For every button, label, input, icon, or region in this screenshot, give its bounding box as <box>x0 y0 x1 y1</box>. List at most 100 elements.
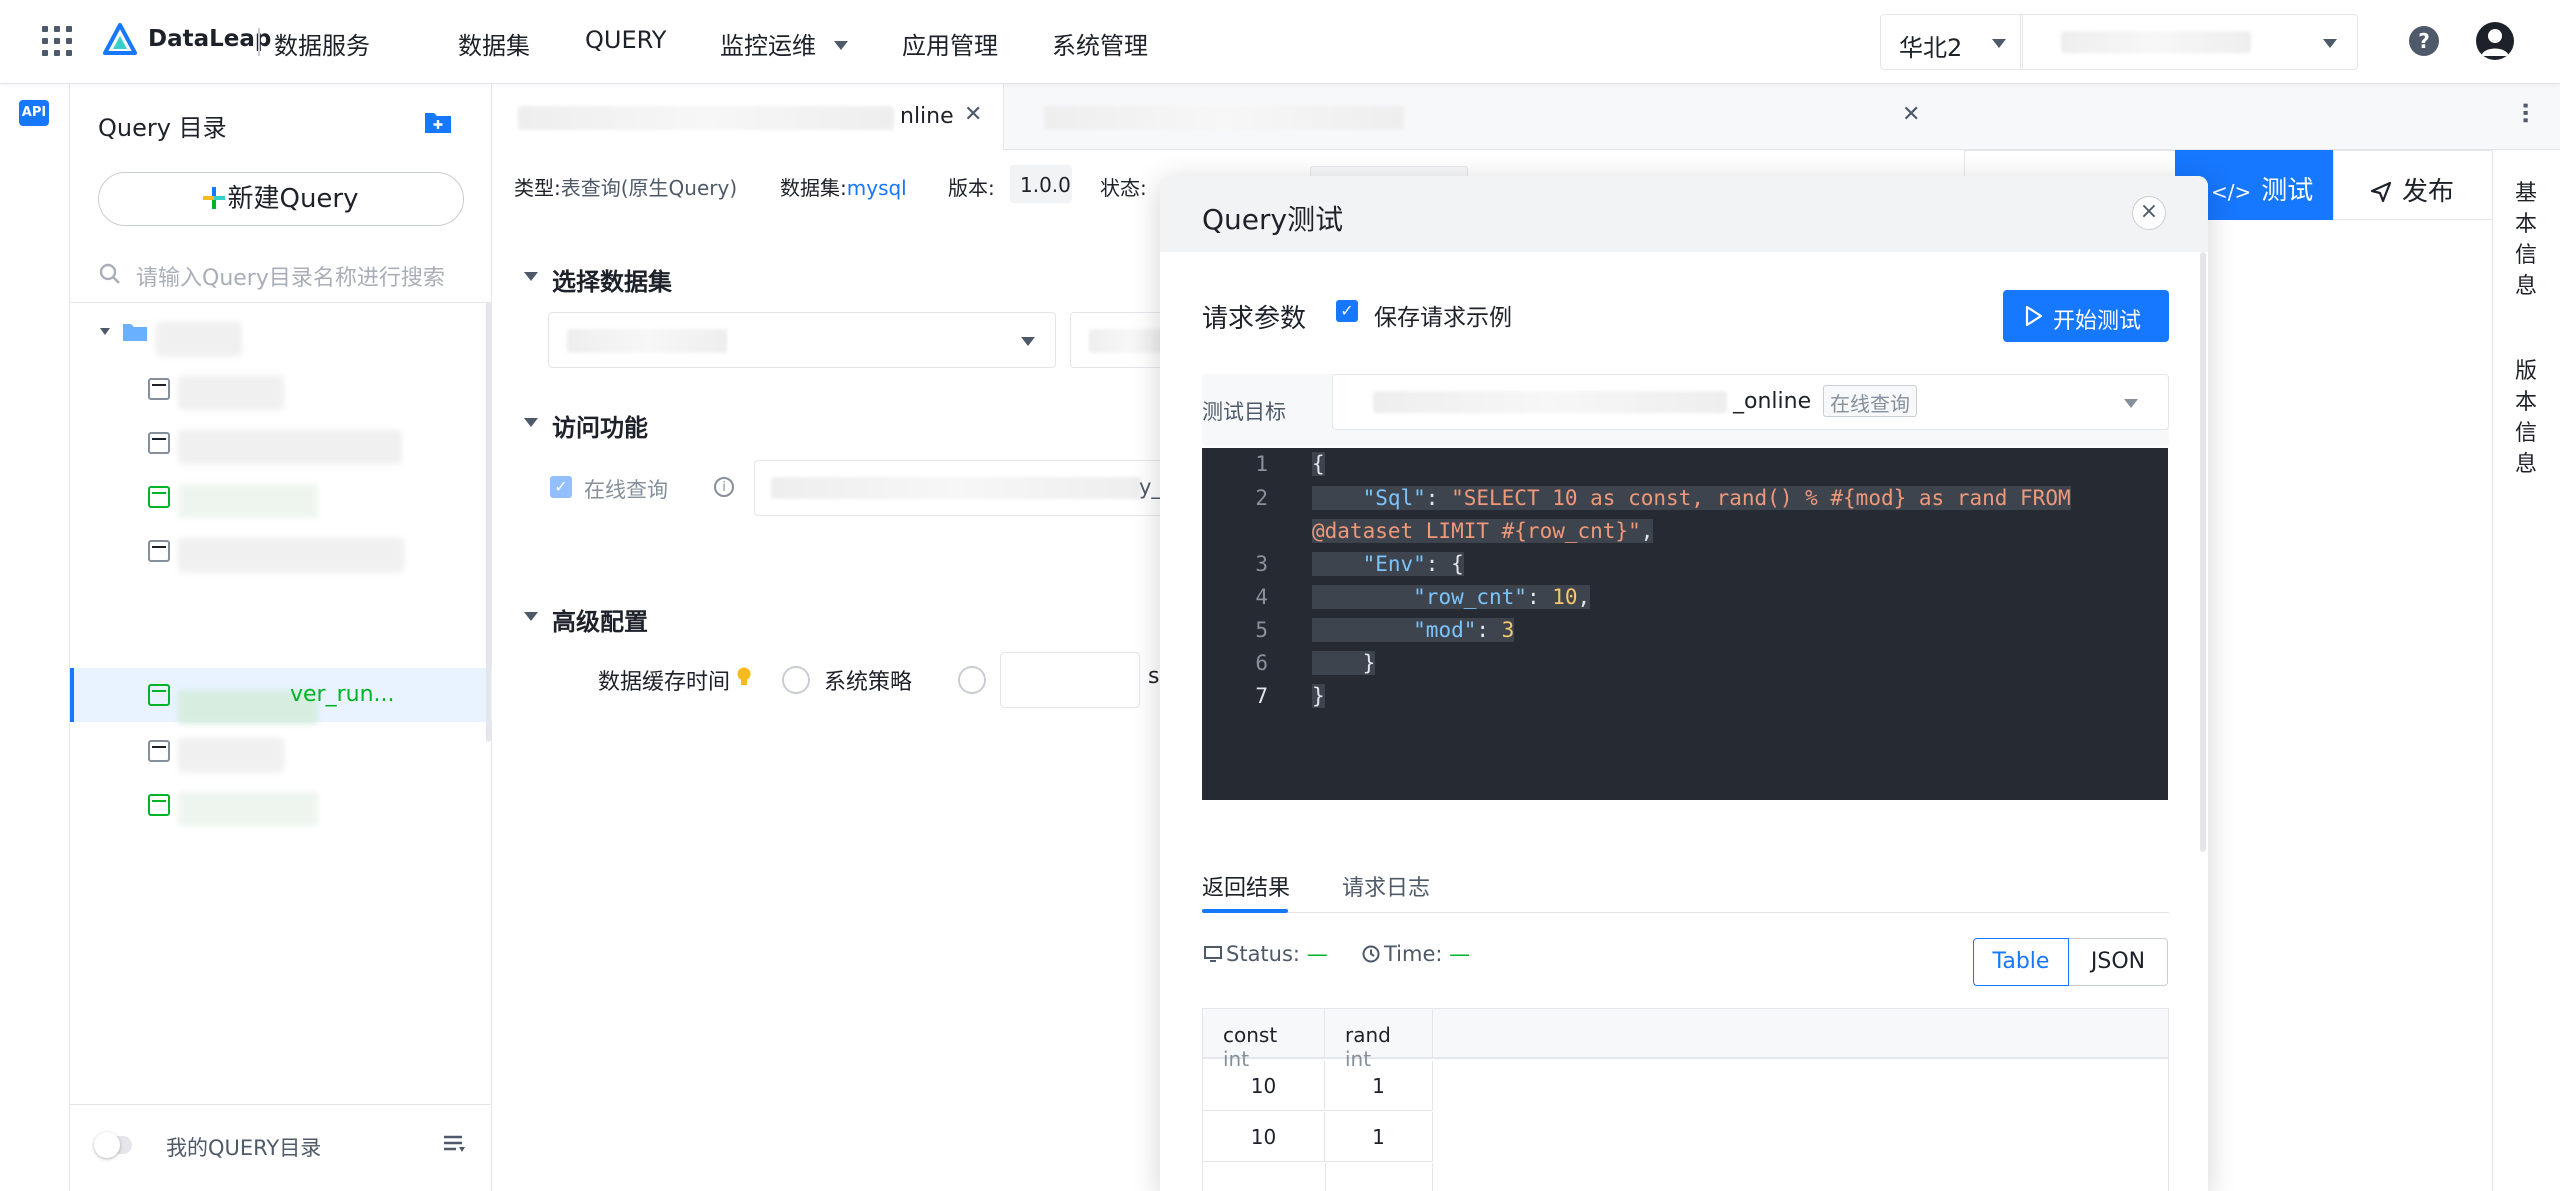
code-line: } <box>1312 651 1376 675</box>
code-line: } <box>1312 684 1325 708</box>
nav-system-management[interactable]: 系统管理 <box>1052 26 1148 61</box>
start-test-label: 开始测试 <box>2053 309 2142 334</box>
line-number: 7 <box>1255 684 1268 708</box>
help-icon[interactable]: ? <box>2409 26 2439 56</box>
dataleap-logo-icon[interactable] <box>102 22 138 58</box>
tree-item[interactable] <box>70 416 492 470</box>
editor-tab-bar: nline ✕ ✕ ⋯ <box>492 84 2560 150</box>
online-query-label: 在线查询 <box>584 478 668 502</box>
nav-datasets[interactable]: 数据集 <box>458 26 530 61</box>
project-select[interactable] <box>2020 14 2358 70</box>
query-file-icon <box>148 540 170 562</box>
collapse-caret-icon[interactable] <box>524 418 538 427</box>
query-test-modal: Query测试 × 请求参数 ✓ 保存请求示例 开始测试 测试目标 _onlin… <box>1160 176 2208 1191</box>
version-label: 版本: <box>948 176 995 200</box>
system-policy-radio[interactable] <box>782 666 810 694</box>
tree-folder[interactable] <box>70 308 492 362</box>
info-icon[interactable]: i <box>714 477 734 497</box>
target-type-tag: 在线查询 <box>1823 385 1917 417</box>
column-header-empty <box>1433 1009 2168 1059</box>
save-example-label: 保存请求示例 <box>1374 305 1512 331</box>
code-line: "Env": { <box>1312 552 1464 576</box>
directory-search-input[interactable]: 请输入Query目录名称进行搜索 <box>136 260 445 292</box>
test-button-label: 测试 <box>2261 176 2314 206</box>
custom-cache-radio[interactable] <box>958 666 986 694</box>
close-icon[interactable]: × <box>2132 196 2166 230</box>
app-grid-icon[interactable] <box>42 26 72 56</box>
version-info-tab[interactable]: 版本信息 <box>2515 356 2539 480</box>
view-table-button[interactable]: Table <box>1973 938 2069 986</box>
tree-item[interactable] <box>70 362 492 416</box>
seconds-unit: s <box>1148 664 1160 689</box>
tab-return-result[interactable]: 返回结果 <box>1202 870 1290 902</box>
region-select[interactable]: 华北2 <box>1880 14 2023 70</box>
section-access-title: 访问功能 <box>552 414 648 442</box>
publish-button-label: 发布 <box>2402 177 2455 207</box>
nav-monitoring[interactable]: 监控运维 <box>720 26 848 61</box>
nav-query[interactable]: QUERY <box>585 26 666 54</box>
item-name-redacted <box>178 430 402 464</box>
view-json-button[interactable]: JSON <box>2068 938 2168 986</box>
save-example-checkbox[interactable]: ✓ <box>1336 300 1358 322</box>
collapse-caret-icon[interactable] <box>524 612 538 621</box>
add-folder-icon[interactable] <box>424 110 452 134</box>
dataset-link[interactable]: mysql <box>847 176 907 200</box>
api-icon[interactable]: API <box>19 100 49 126</box>
chevron-down-icon <box>2323 39 2337 48</box>
chevron-down-icon <box>2124 399 2138 408</box>
tree-item-selected[interactable]: ver_run... <box>70 668 492 724</box>
item-name-redacted <box>178 538 404 572</box>
tabs-divider <box>1202 912 2169 913</box>
product-name: 数据服务 <box>274 32 370 60</box>
modal-header: Query测试 × <box>1160 176 2208 252</box>
published-query-icon <box>148 486 170 508</box>
folder-name-redacted <box>156 322 242 356</box>
cache-seconds-input[interactable] <box>1000 652 1140 708</box>
user-avatar-icon[interactable] <box>2476 22 2514 60</box>
basic-info-tab[interactable]: 基本信息 <box>2515 178 2539 302</box>
section-dataset-title: 选择数据集 <box>552 268 672 296</box>
folder-icon <box>122 322 148 342</box>
dataset-label: 数据集: <box>780 176 847 200</box>
online-query-path-input[interactable]: y_ <box>754 460 1174 516</box>
tab-other-query[interactable]: ✕ <box>1004 84 1944 150</box>
start-test-button[interactable]: 开始测试 <box>2003 290 2169 342</box>
nav-app-management[interactable]: 应用管理 <box>902 26 998 61</box>
my-directory-toggle[interactable] <box>94 1132 132 1158</box>
column-header-rand: rand int <box>1325 1009 1433 1071</box>
dataset-select[interactable] <box>548 312 1056 368</box>
cache-time-label: 数据缓存时间 <box>598 670 731 695</box>
more-options-icon[interactable]: ⋯ <box>2512 102 2537 124</box>
publish-button[interactable]: 发布 <box>2333 150 2493 220</box>
tree-item[interactable] <box>70 470 492 524</box>
tree-item[interactable] <box>70 778 492 832</box>
tab-name-redacted <box>518 106 894 130</box>
divider <box>1325 1163 1326 1191</box>
tree-item[interactable] <box>70 524 492 578</box>
target-prefix-redacted <box>1373 391 1727 413</box>
tree-item[interactable] <box>70 724 492 778</box>
tab-request-log[interactable]: 请求日志 <box>1342 870 1430 902</box>
close-icon[interactable]: ✕ <box>1902 102 1920 127</box>
request-json-editor[interactable]: 1 2 3 4 5 6 7 { "Sql": "SELECT 10 as con… <box>1202 448 2168 800</box>
chevron-down-icon <box>1021 337 1035 346</box>
item-name-redacted <box>178 376 284 410</box>
tree-item-label: ver_run... <box>290 682 395 707</box>
column-header-const: const int <box>1203 1009 1325 1071</box>
close-icon[interactable]: ✕ <box>964 102 982 127</box>
sidebar-scrollbar[interactable] <box>486 302 491 742</box>
online-query-checkbox[interactable]: ✓ <box>550 476 572 498</box>
table-cell: 10 <box>1203 1061 1325 1111</box>
line-number: 6 <box>1255 651 1268 675</box>
brand-name[interactable]: DataLeap <box>148 26 271 52</box>
type-label: 类型: <box>514 176 561 200</box>
modal-scrollbar[interactable] <box>2200 252 2206 852</box>
new-query-button[interactable]: 新建Query <box>98 172 464 226</box>
tab-active-query[interactable]: nline ✕ <box>492 84 1004 150</box>
collapse-caret-icon[interactable] <box>524 272 538 281</box>
test-target-select[interactable]: _online 在线查询 <box>1332 374 2169 430</box>
table-cell: 1 <box>1325 1061 1433 1111</box>
list-filter-icon[interactable] <box>442 1134 466 1156</box>
table-value-redacted <box>1089 329 1169 353</box>
line-number: 5 <box>1255 618 1268 642</box>
